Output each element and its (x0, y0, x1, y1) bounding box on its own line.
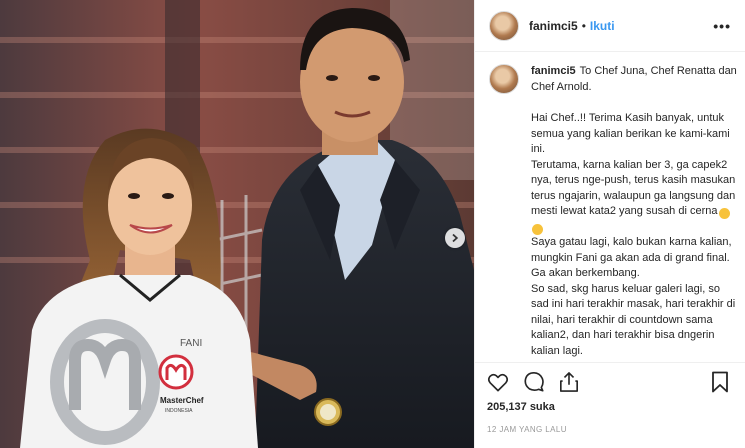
post-sidebar: fanimci5 • Ikuti ••• fanimci5 To Chef Jun… (474, 0, 745, 448)
apron-badge-label: MasterChef (160, 396, 204, 405)
photo-illustration: MasterChef INDONESIA FANI (0, 0, 474, 448)
carousel-next-button[interactable] (445, 228, 465, 248)
caption-body: fanimci5 To Chef Juna, Chef Renatta dan C… (531, 64, 737, 359)
laughing-emoji-icon: 😂 (718, 208, 730, 219)
instagram-post: MasterChef INDONESIA FANI fanimci5 • Iku… (0, 0, 745, 448)
tongue-emoji-icon: 😝 (532, 223, 543, 235)
post-photo[interactable]: MasterChef INDONESIA FANI (0, 0, 474, 448)
chevron-right-icon (452, 233, 459, 243)
caption-line-4: Saya gatau lagi, kalo bukan karna kalian… (531, 236, 732, 264)
caption-row: fanimci5 To Chef Juna, Chef Renatta dan C… (489, 64, 737, 359)
caption-avatar[interactable] (489, 64, 519, 94)
post-header: fanimci5 • Ikuti ••• (475, 0, 745, 52)
caption-line-5: Ga akan berkembang. (531, 267, 640, 279)
caption-line-3: Terutama, karna kalian ber 3, ga capek2 … (531, 158, 737, 236)
apron-badge-sub: INDONESIA (165, 408, 193, 414)
like-count[interactable]: 205,137 suka (487, 401, 733, 413)
more-options-button[interactable]: ••• (713, 18, 731, 34)
caption-line-6: So sad, skg harus keluar galeri lagi, so… (531, 282, 736, 357)
post-timestamp[interactable]: 12 JAM YANG LALU (487, 425, 733, 434)
heart-icon[interactable] (487, 372, 509, 392)
caption-line-0: fanimci5 To Chef Juna, Chef Renatta dan C… (531, 65, 737, 93)
header-separator: • (581, 18, 586, 33)
header-username[interactable]: fanimci5 (529, 19, 578, 33)
caption-line-2: Hai Chef..!! Terima Kasih banyak, untuk … (531, 112, 730, 155)
follow-button[interactable]: Ikuti (590, 19, 615, 33)
post-actions: 205,137 suka 12 JAM YANG LALU (475, 362, 745, 434)
comments-section[interactable]: fanimci5 To Chef Juna, Chef Renatta dan C… (489, 64, 737, 360)
avatar[interactable] (489, 10, 519, 41)
comment-icon[interactable] (523, 371, 545, 393)
action-icons (487, 369, 733, 395)
caption-username[interactable]: fanimci5 (531, 65, 576, 77)
share-icon[interactable] (559, 371, 579, 393)
apron-name: FANI (180, 338, 202, 349)
bookmark-icon[interactable] (711, 371, 729, 393)
